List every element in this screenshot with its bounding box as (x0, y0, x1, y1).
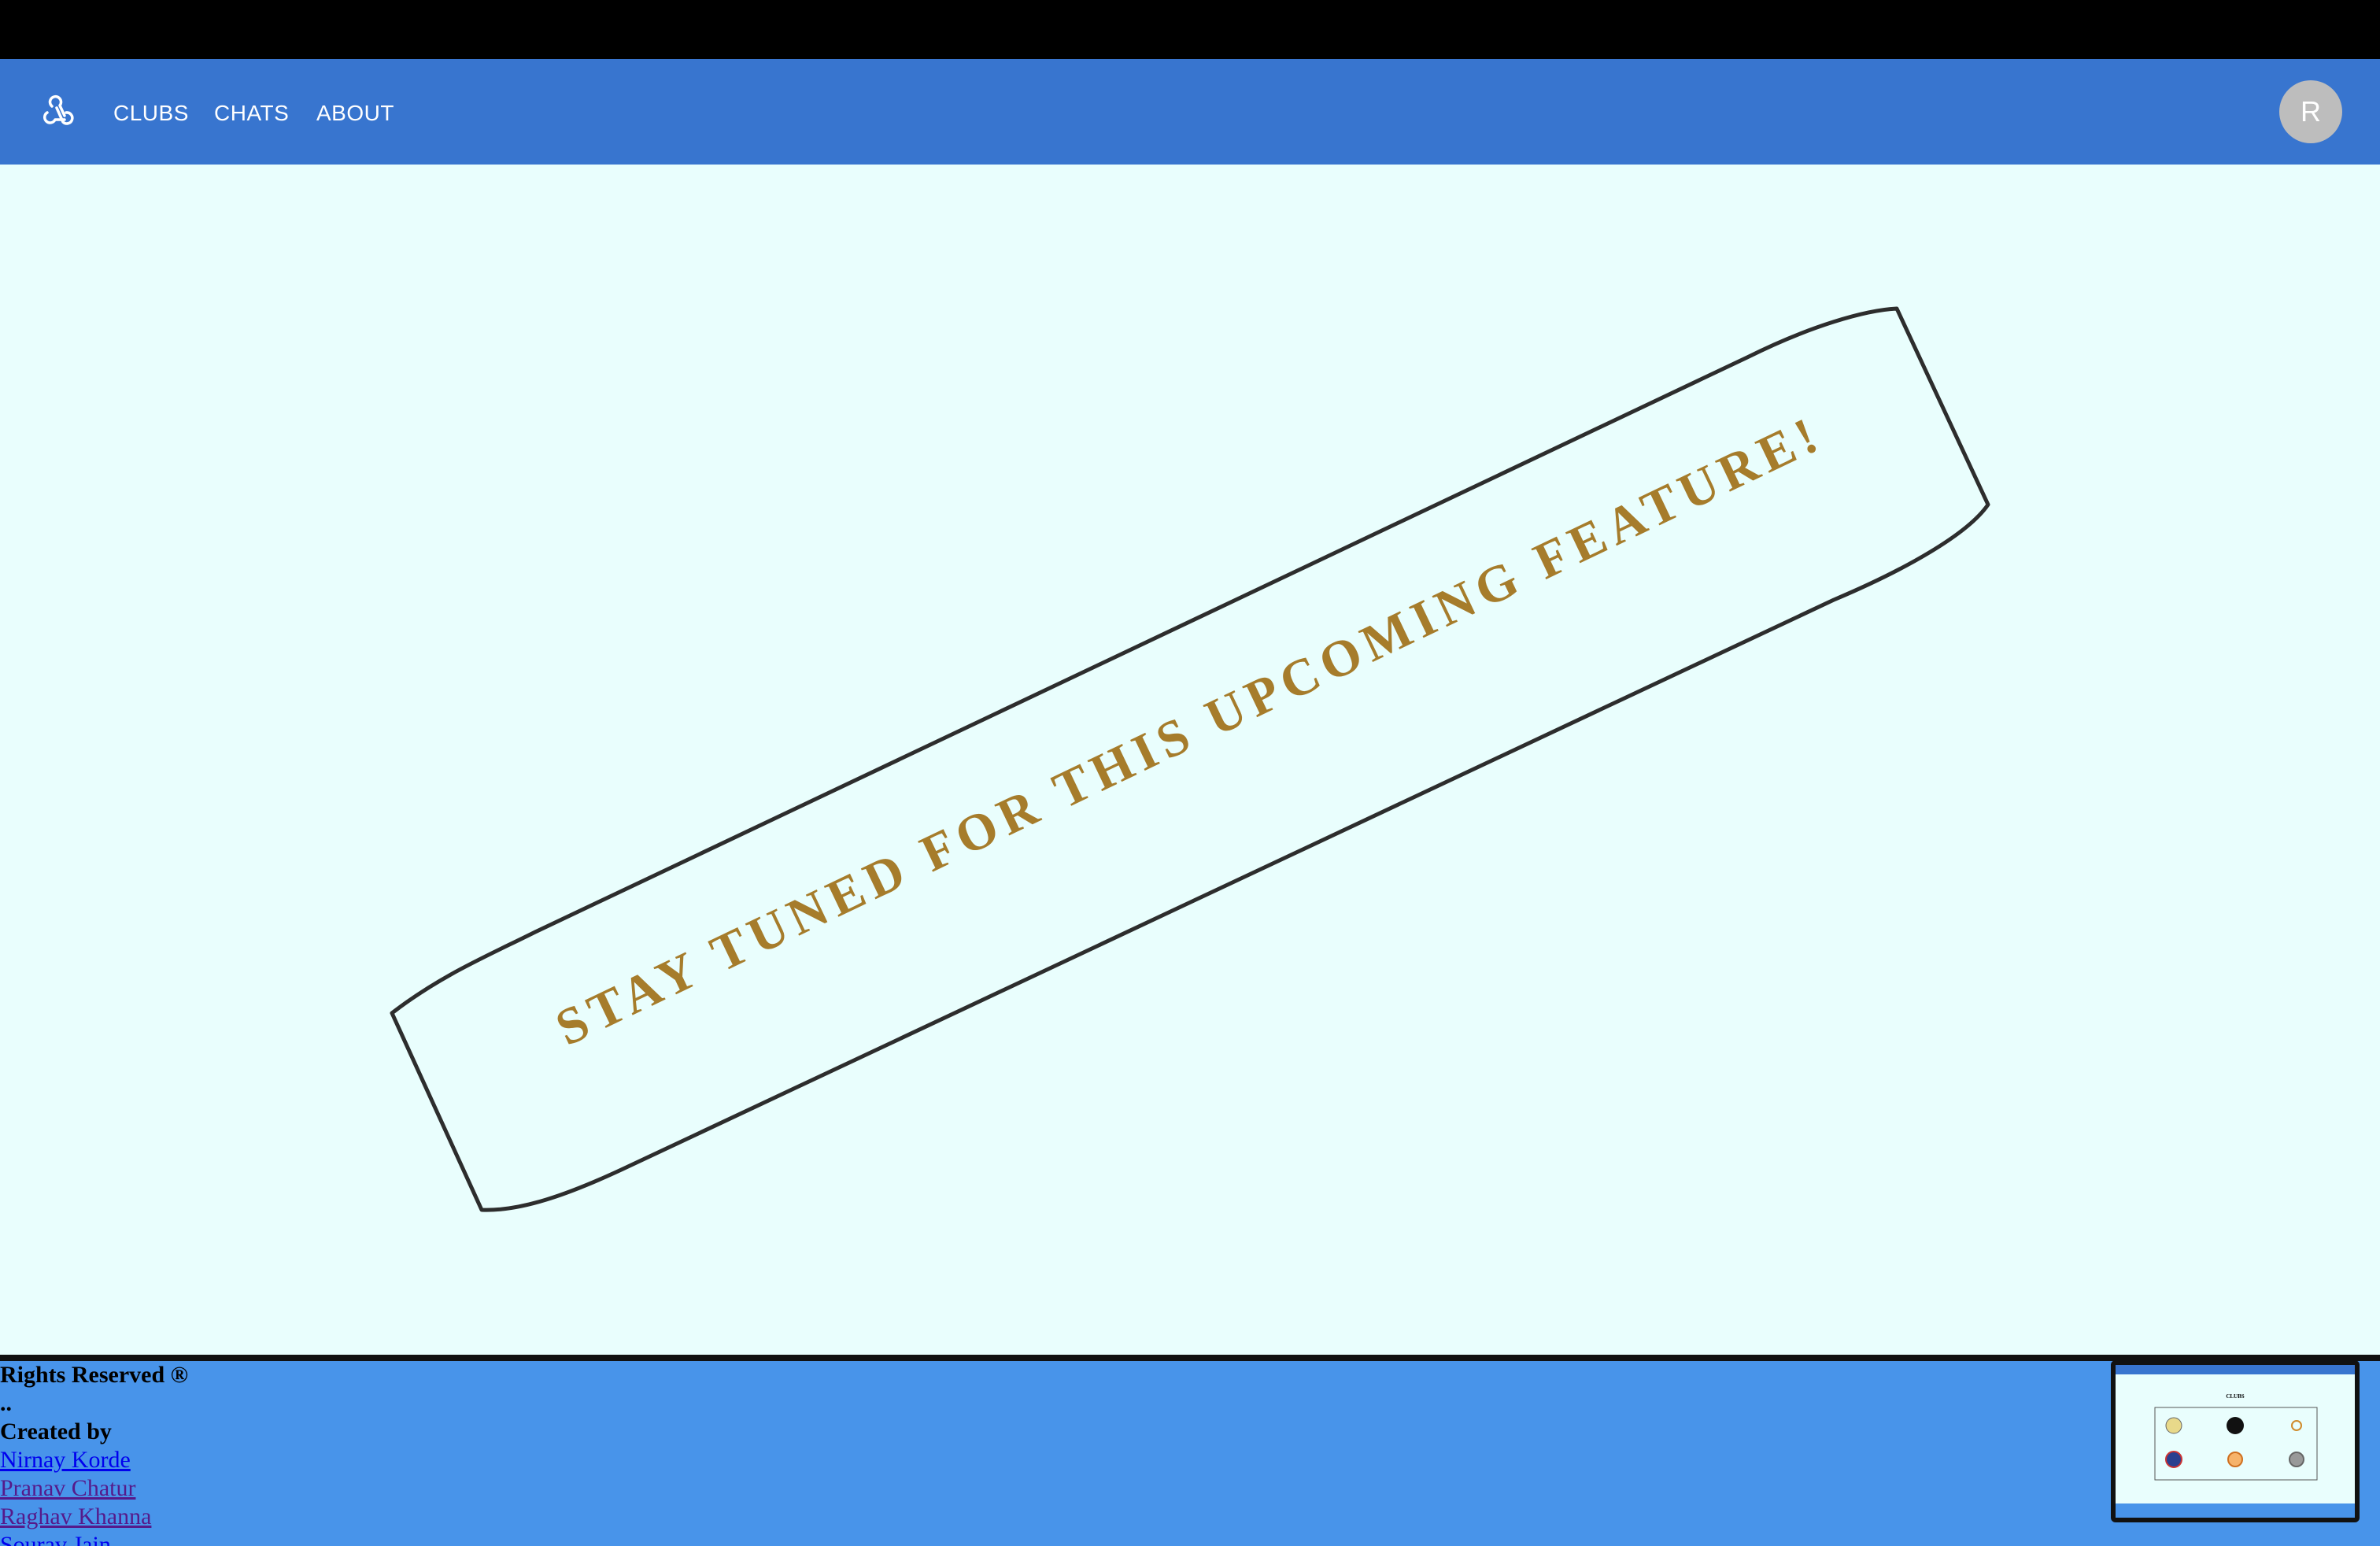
nav-link-clubs[interactable]: CLUBS (113, 97, 189, 130)
navbar: CLUBS CHATS ABOUT R (0, 59, 2380, 165)
footer: Rights Reserved ® .. Created by Nirnay K… (0, 1361, 2380, 1546)
user-avatar[interactable]: R (2279, 80, 2342, 143)
preview-club-logo-4 (2165, 1451, 2182, 1468)
window-preview-thumbnail[interactable]: CLUBS (2111, 1360, 2360, 1522)
nav-link-about[interactable]: ABOUT (316, 97, 394, 130)
author-link-pranav[interactable]: Pranav Chatur (0, 1474, 135, 1503)
preview-club-logo-6 (2289, 1452, 2304, 1467)
author-link-raghav[interactable]: Raghav Khanna (0, 1503, 151, 1531)
created-by-label: Created by (0, 1418, 112, 1444)
banner-text: STAY TUNED FOR THIS UPCOMING FEATURE! (547, 405, 1831, 1057)
author-link-nirnay[interactable]: Nirnay Korde (0, 1446, 131, 1474)
rights-reserved-text: Rights Reserved ® (0, 1362, 189, 1388)
webhook-logo-icon[interactable] (36, 92, 77, 133)
footer-dots: .. (0, 1390, 12, 1416)
preview-club-logo-1 (2165, 1417, 2182, 1434)
preview-club-logo-3 (2291, 1420, 2302, 1431)
footer-divider (0, 1355, 2380, 1361)
coming-soon-banner: STAY TUNED FOR THIS UPCOMING FEATURE! (390, 306, 1990, 1212)
author-link-sourav[interactable]: Sourav Jain (0, 1531, 111, 1546)
preview-club-logo-5 (2227, 1452, 2243, 1467)
nav-link-chats[interactable]: CHATS (214, 97, 289, 130)
top-black-bar (0, 0, 2380, 59)
preview-image: CLUBS (2116, 1365, 2355, 1518)
preview-title: CLUBS (2226, 1393, 2244, 1400)
preview-club-logo-2 (2227, 1417, 2244, 1434)
